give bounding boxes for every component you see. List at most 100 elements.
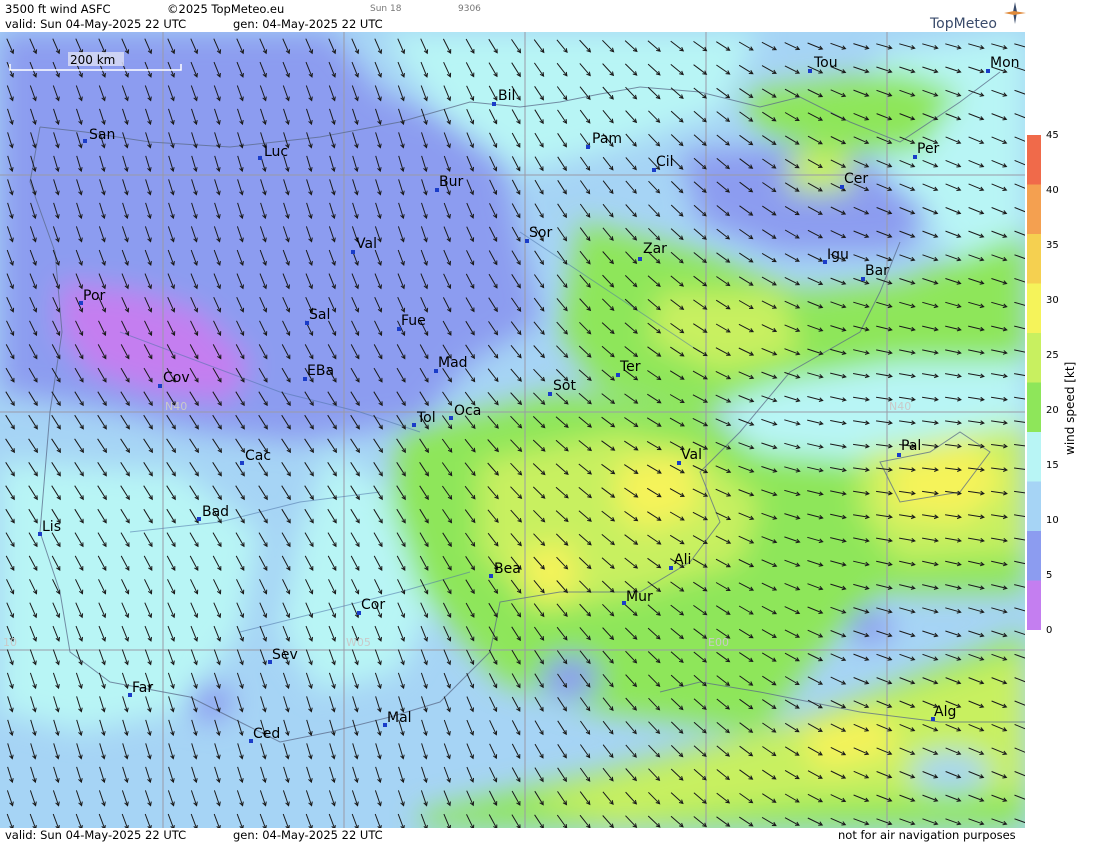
city-marker[interactable]: Ced — [249, 726, 280, 743]
grid-label-lat: N40 — [889, 400, 911, 413]
svg-text:Cac: Cac — [245, 448, 271, 464]
city-marker[interactable]: Oca — [449, 403, 481, 420]
legend-color-step — [1027, 333, 1041, 383]
topmeteo-logo[interactable]: TopMeteo — [930, 16, 997, 32]
city-marker[interactable]: Fue — [397, 313, 426, 331]
svg-text:Pal: Pal — [901, 438, 921, 454]
svg-text:Por: Por — [83, 288, 106, 304]
city-marker[interactable]: Mon — [986, 55, 1020, 73]
svg-text:Sot: Sot — [553, 378, 576, 394]
legend-color-step — [1027, 234, 1041, 284]
svg-text:Tou: Tou — [813, 55, 838, 71]
legend-color-step — [1027, 382, 1041, 433]
city-marker[interactable]: Alg — [931, 704, 956, 721]
svg-text:Cer: Cer — [844, 171, 868, 187]
wind-speed-colorbar — [1027, 135, 1041, 630]
city-marker[interactable]: Sev — [268, 647, 298, 664]
legend-color-step — [1027, 184, 1041, 235]
svg-text:Oca: Oca — [454, 403, 481, 419]
svg-text:Lis: Lis — [42, 519, 61, 535]
svg-text:Ali: Ali — [674, 552, 691, 568]
legend-tick: 35 — [1046, 240, 1059, 251]
svg-text:EBa: EBa — [307, 363, 334, 379]
city-marker[interactable]: Bad — [197, 504, 229, 521]
legend-tick: 10 — [1046, 515, 1059, 526]
city-marker[interactable]: Igu — [823, 247, 849, 264]
valid-time-header: valid: Sun 04-May-2025 22 UTC — [5, 17, 187, 31]
svg-text:Ter: Ter — [619, 359, 641, 375]
legend-tick: 25 — [1046, 350, 1059, 361]
city-marker[interactable]: Cer — [840, 171, 868, 189]
svg-text:Per: Per — [917, 141, 940, 157]
city-marker[interactable]: Sal — [305, 307, 330, 325]
legend-tick: 20 — [1046, 405, 1059, 416]
legend-tick: 40 — [1046, 185, 1059, 196]
svg-text:Cor: Cor — [361, 597, 385, 613]
svg-text:Mal: Mal — [387, 710, 412, 726]
legend-color-step — [1027, 580, 1041, 630]
city-marker[interactable]: Far — [128, 680, 153, 697]
legend-color-step — [1027, 283, 1041, 334]
grid-label-lat: N40 — [165, 400, 187, 413]
city-marker[interactable]: Mur — [622, 589, 653, 605]
generation-time-footer: gen: 04-May-2025 22 UTC — [233, 828, 383, 842]
copyright-text: ©2025 TopMeteo.eu — [167, 2, 285, 16]
forecast-step-label: Sun 18 — [370, 4, 402, 14]
grid-label-lon: 10 — [3, 636, 17, 649]
svg-text:Ced: Ced — [253, 726, 280, 742]
svg-text:Mon: Mon — [990, 55, 1020, 71]
city-marker[interactable]: EBa — [303, 363, 334, 381]
grid-label-lon: E00 — [708, 636, 729, 649]
svg-text:San: San — [89, 127, 115, 143]
city-marker[interactable]: Val — [677, 447, 702, 465]
svg-text:Val: Val — [356, 236, 377, 252]
compass-logo-icon — [1004, 2, 1026, 24]
svg-text:Sor: Sor — [529, 225, 552, 241]
svg-text:Fue: Fue — [401, 313, 426, 329]
legend-color-step — [1027, 481, 1041, 532]
svg-text:Bad: Bad — [202, 504, 229, 520]
city-marker[interactable]: Cov — [158, 370, 190, 388]
svg-text:Bar: Bar — [865, 263, 889, 279]
valid-time-footer: valid: Sun 04-May-2025 22 UTC — [5, 828, 187, 842]
svg-text:Cil: Cil — [656, 154, 674, 170]
disclaimer: not for air navigation purposes — [838, 828, 1016, 842]
svg-text:Alg: Alg — [934, 704, 956, 720]
svg-text:Far: Far — [132, 680, 153, 696]
city-marker[interactable]: Cor — [357, 597, 385, 615]
city-marker[interactable]: Pam — [586, 131, 622, 149]
city-marker[interactable]: Mal — [383, 710, 412, 727]
city-marker[interactable]: Cac — [240, 448, 271, 465]
svg-text:Sev: Sev — [272, 647, 298, 663]
map-title: 3500 ft wind ASFC — [5, 2, 111, 16]
svg-text:Igu: Igu — [827, 247, 849, 263]
svg-text:Bea: Bea — [494, 561, 521, 577]
generation-time-header: gen: 04-May-2025 22 UTC — [233, 17, 383, 31]
wind-map[interactable]: N40 N40 10 W05 E00 200 km San Luc Bil Pa… — [0, 32, 1025, 828]
city-marker[interactable]: Cil — [652, 154, 674, 172]
svg-text:Pam: Pam — [592, 131, 622, 147]
svg-text:Mad: Mad — [438, 355, 468, 371]
city-marker[interactable]: Bur — [435, 174, 463, 192]
legend-tick: 5 — [1046, 570, 1053, 581]
legend-tick: 15 — [1046, 460, 1059, 471]
svg-text:Cov: Cov — [163, 370, 190, 386]
svg-text:Luc: Luc — [264, 144, 288, 160]
svg-text:Bil: Bil — [498, 88, 515, 104]
city-marker[interactable]: Lis — [38, 519, 61, 536]
city-marker[interactable]: Por — [79, 288, 106, 305]
city-marker[interactable]: Bea — [489, 561, 521, 578]
city-marker[interactable]: Sot — [548, 378, 576, 396]
svg-text:Sal: Sal — [309, 307, 330, 323]
legend-color-step — [1027, 531, 1041, 581]
city-marker[interactable]: Per — [913, 141, 940, 159]
scale-bar-label: 200 km — [70, 53, 115, 67]
svg-text:Val: Val — [681, 447, 702, 463]
city-marker[interactable]: Sor — [525, 225, 552, 243]
city-marker[interactable]: Ter — [616, 359, 641, 377]
city-marker[interactable]: Mad — [434, 355, 468, 373]
svg-text:Tol: Tol — [416, 410, 436, 426]
legend-tick: 0 — [1046, 625, 1053, 636]
legend-tick: 30 — [1046, 295, 1059, 306]
city-marker[interactable]: Bar — [861, 263, 889, 281]
